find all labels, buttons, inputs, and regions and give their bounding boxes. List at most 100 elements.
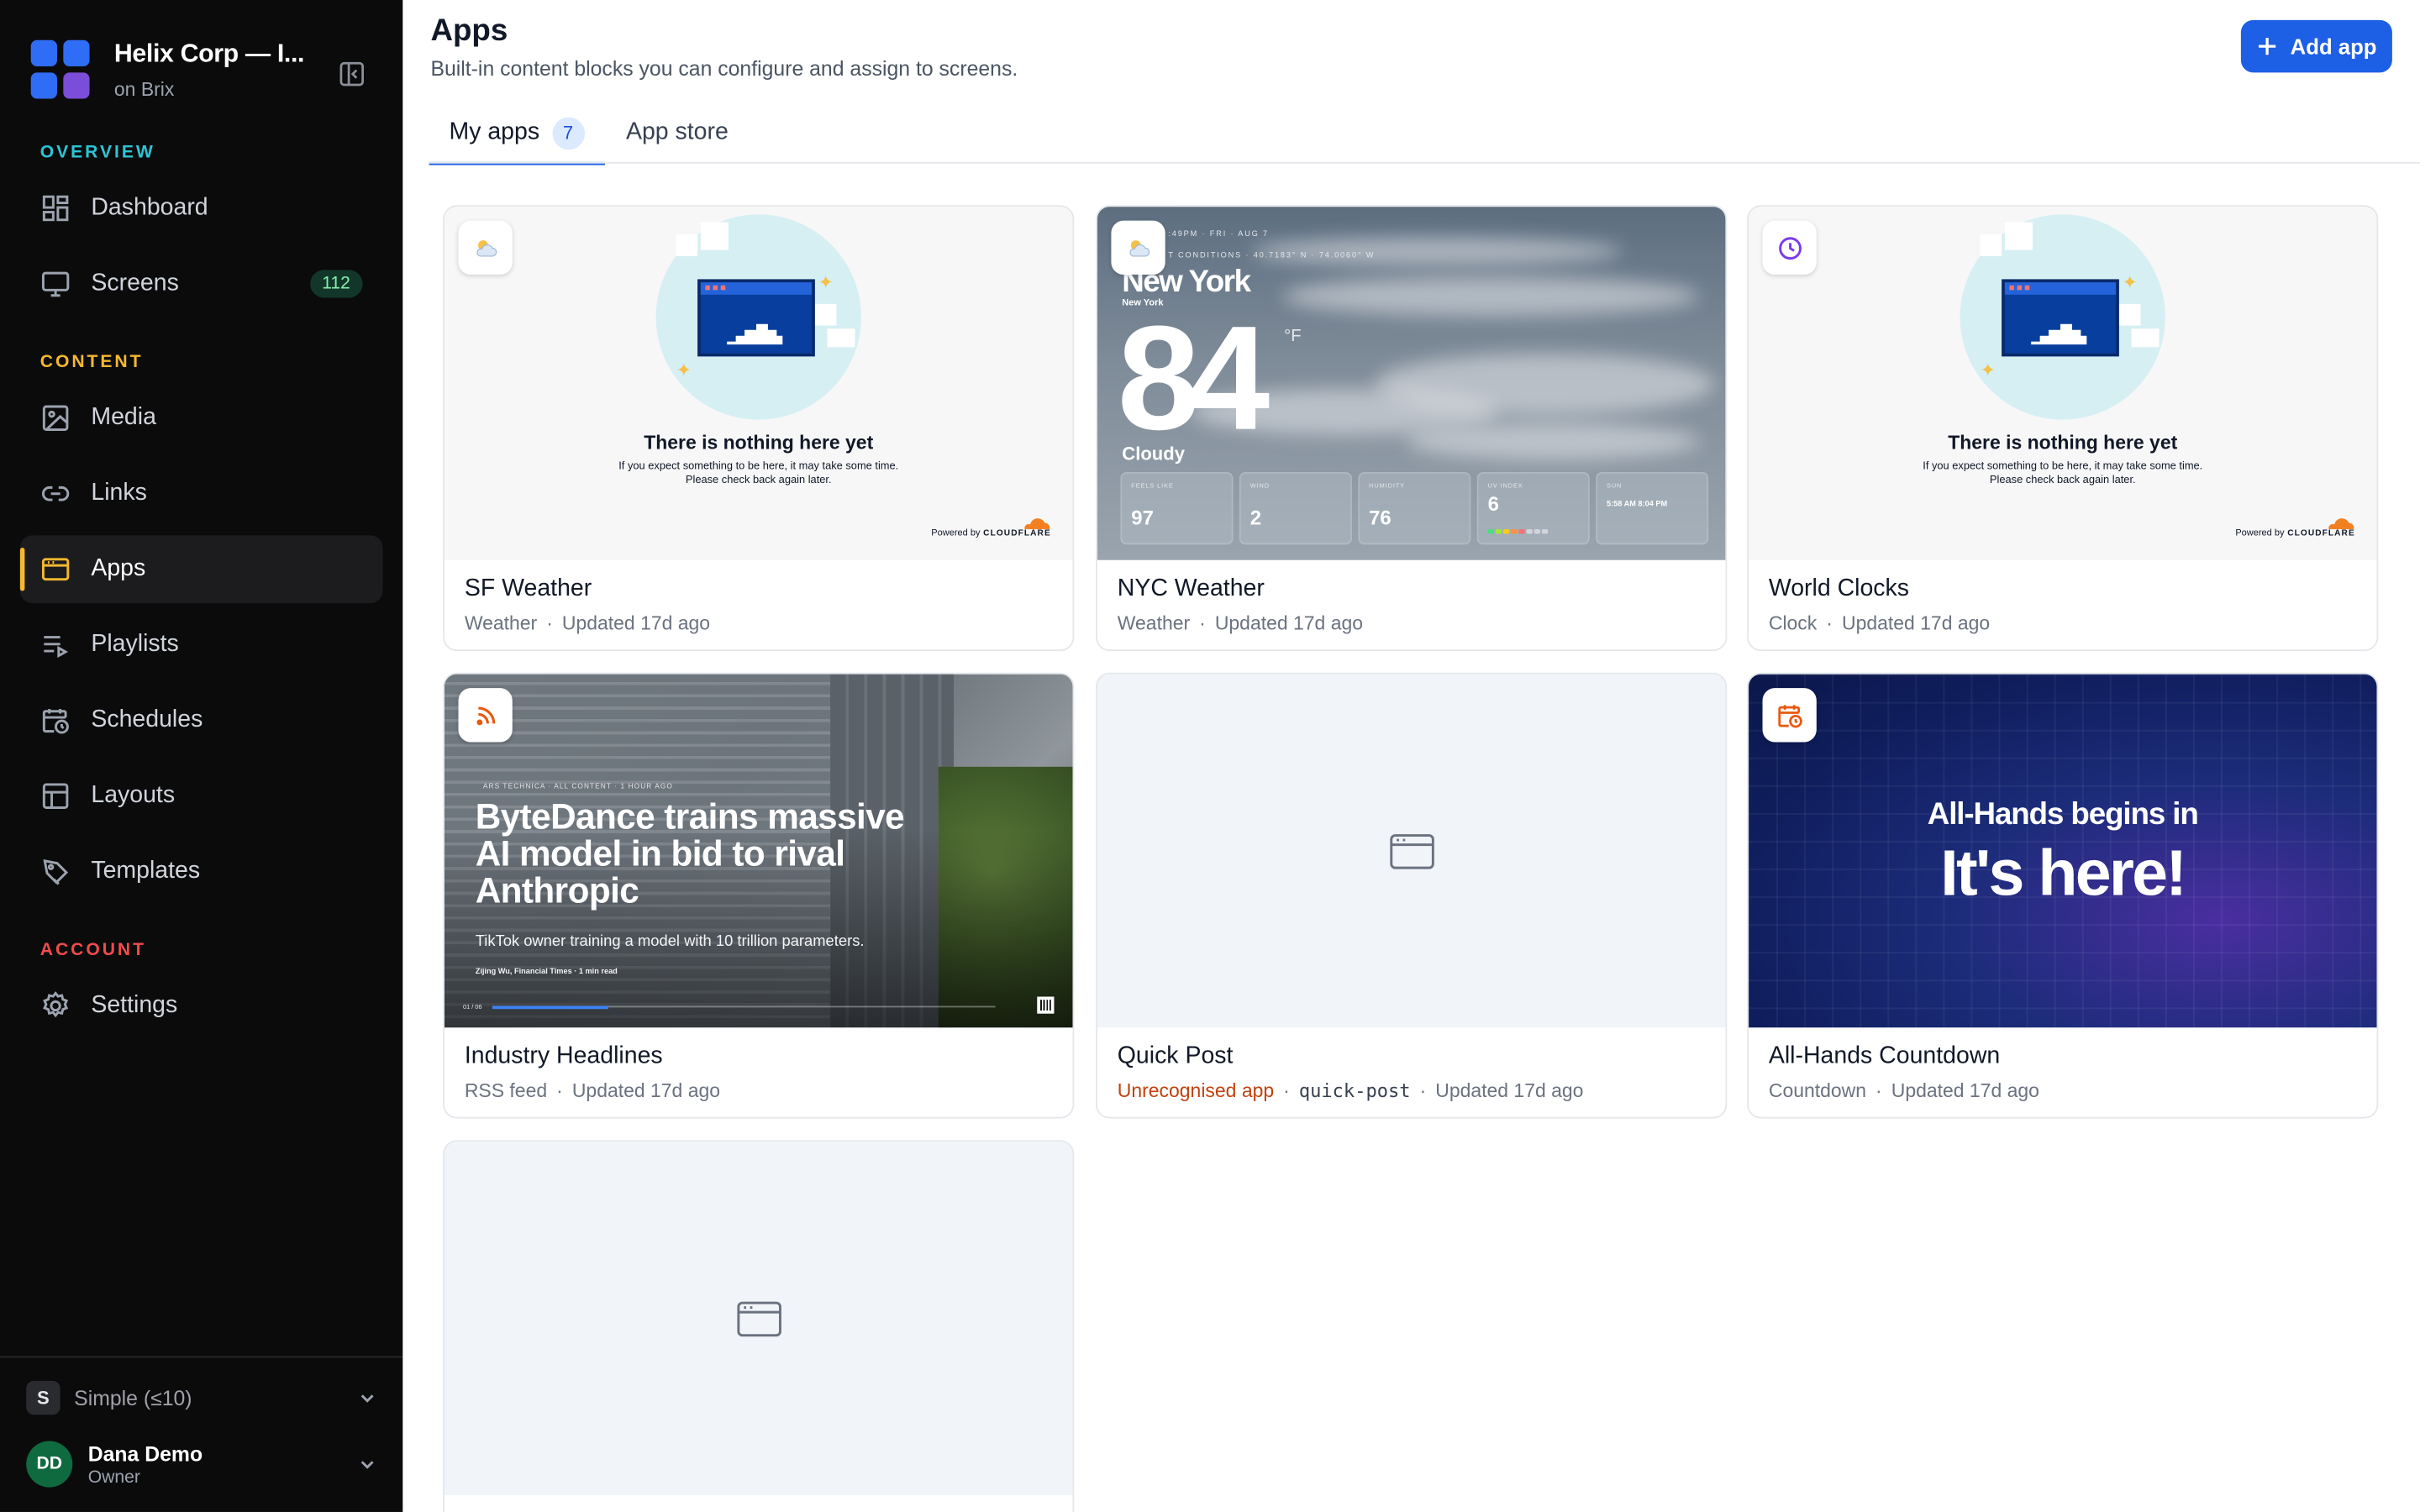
cloudflare-logo-icon (1024, 518, 1050, 529)
tab-label: My apps (449, 118, 540, 145)
calendar-clock-icon (40, 705, 71, 736)
image-icon (40, 402, 71, 433)
app-preview: ARS TECHNICA · ALL CONTENT · 1 HOUR AGO … (444, 674, 1073, 1028)
section-label-overview: OVERVIEW (39, 143, 155, 162)
sidebar-item-schedules[interactable]: Schedules (20, 686, 383, 754)
tab-app-store[interactable]: App store (606, 102, 749, 163)
plan-selector[interactable]: S Simple (≤10) (26, 1379, 378, 1416)
empty-state-title: There is nothing here yet (644, 432, 874, 454)
app-card-sf-weather[interactable]: ✦ ✦ There is nothing here yet If you exp… (443, 205, 1075, 652)
collapse-sidebar-icon[interactable] (338, 60, 366, 88)
playlist-icon (40, 629, 71, 660)
app-card-untitled[interactable] (443, 1140, 1075, 1512)
sidebar-item-media[interactable]: Media (20, 384, 383, 452)
sidebar-item-label: Screens (91, 270, 179, 297)
app-preview (1097, 674, 1726, 1028)
clock-icon (1762, 220, 1817, 275)
sidebar-item-apps[interactable]: Apps (19, 535, 383, 604)
sparkle-icon: ✦ (676, 359, 692, 381)
sidebar-item-dashboard[interactable]: Dashboard (20, 175, 383, 243)
card-title: NYC Weather (1117, 575, 1265, 602)
card-title: World Clocks (1768, 575, 1910, 602)
pixel-cloud (2118, 303, 2141, 326)
app-preview: ✦ ✦ There is nothing here yet If you exp… (444, 207, 1073, 560)
empty-state-title: There is nothing here yet (1948, 432, 2178, 454)
sidebar: Helix Corp — I... on Brix OVERVIEW Dashb… (0, 0, 403, 1512)
weather-icon (1111, 220, 1165, 275)
link-icon (40, 478, 71, 509)
pixel-cloud (676, 234, 698, 256)
app-card-industry-headlines[interactable]: ARS TECHNICA · ALL CONTENT · 1 HOUR AGO … (443, 672, 1075, 1119)
add-app-label: Add app (2290, 34, 2377, 59)
nyc-tile: HUMIDITY 76 (1358, 472, 1471, 545)
rss-icon (458, 688, 513, 743)
workspace-name: Helix Corp — I... (113, 39, 305, 68)
nyc-conditions: T CONDITIONS · 40.7183° N · 74.0060° W (1168, 251, 1376, 261)
nyc-unit: °F (1284, 327, 1302, 346)
chevron-down-icon (360, 1394, 374, 1403)
illustration-window (2002, 279, 2119, 357)
page-subtitle: Built-in content blocks you can configur… (430, 56, 1018, 81)
app-card-all-hands-countdown[interactable]: All-Hands begins in It's here! All-Hands… (1747, 672, 2379, 1119)
sparkle-icon: ✦ (1980, 359, 1996, 381)
section-label-content: CONTENT (39, 353, 144, 372)
gear-icon (40, 990, 71, 1021)
illustration-window (697, 279, 815, 357)
sidebar-item-layouts[interactable]: Layouts (20, 762, 383, 830)
nyc-tile: SUN 5:58 AM 8:04 PM (1596, 472, 1709, 545)
app-window-icon (40, 554, 71, 585)
plus-icon (2259, 37, 2276, 55)
card-meta: Countdown · Updated 17d ago (1768, 1079, 2039, 1102)
card-meta: Weather · Updated 17d ago (1117, 612, 1364, 634)
sidebar-item-label: Links (91, 480, 147, 507)
template-icon (40, 856, 71, 887)
nyc-description: Cloudy (1122, 443, 1185, 465)
plan-label: Simple (≤10) (74, 1386, 192, 1410)
card-title: Quick Post (1117, 1042, 1234, 1069)
app-preview: :49PM · FRI · AUG 7 T CONDITIONS · 40.71… (1097, 207, 1726, 560)
app-card-world-clocks[interactable]: ✦ ✦ There is nothing here yet If you exp… (1747, 205, 2379, 652)
sidebar-divider (0, 1356, 403, 1358)
sparkle-icon: ✦ (2122, 271, 2138, 293)
nyc-tile: WIND 2 (1239, 472, 1352, 545)
sidebar-item-playlists[interactable]: Playlists (20, 611, 383, 679)
screens-count-badge: 112 (309, 270, 363, 298)
app-card-quick-post[interactable]: Quick Post Unrecognised app · quick-post · U… (1096, 672, 1728, 1119)
sidebar-item-screens[interactable]: Screens 112 (20, 250, 383, 318)
avatar: DD (26, 1441, 73, 1488)
cloudflare-logo-icon (2328, 518, 2354, 529)
sidebar-item-links[interactable]: Links (20, 459, 383, 528)
workspace-switcher[interactable]: Helix Corp — I... on Brix (30, 39, 305, 101)
user-menu[interactable]: DD Dana Demo Owner (26, 1440, 378, 1489)
card-meta: RSS feed · Updated 17d ago (464, 1079, 721, 1102)
nyc-tile: FEELS LIKE 97 (1120, 472, 1234, 545)
sidebar-item-templates[interactable]: Templates (20, 837, 383, 906)
nyc-tiles: FEELS LIKE 97 WIND 2 HUMIDITY 76 UV INDEX 6 … (1120, 472, 1709, 545)
tabs-divider (429, 161, 2420, 164)
pixel-cloud (2131, 328, 2160, 348)
news-progress (492, 1005, 996, 1009)
workspace-subtitle: on Brix (113, 78, 175, 101)
user-name: Dana Demo (87, 1441, 203, 1465)
dashboard-icon (40, 193, 71, 224)
nyc-datetime: :49PM · FRI · AUG 7 (1168, 229, 1269, 239)
card-meta: Clock · Updated 17d ago (1768, 612, 1991, 634)
add-app-button[interactable]: Add app (2240, 19, 2392, 73)
powered-by: Powered by CLOUDFLARE (2235, 528, 2355, 539)
sidebar-item-label: Schedules (91, 706, 203, 733)
pixel-cloud (2004, 222, 2033, 250)
user-role: Owner (87, 1467, 140, 1487)
page-title: Apps (430, 13, 508, 48)
app-preview (444, 1142, 1073, 1495)
nyc-tile: UV INDEX 6 (1476, 472, 1590, 545)
tab-my-apps[interactable]: My apps 7 (429, 102, 605, 165)
nyc-temperature: 84 (1117, 296, 1270, 462)
tab-count-badge: 7 (551, 116, 585, 150)
countdown-value: It's here! (1940, 836, 2187, 909)
card-title: All-Hands Countdown (1768, 1042, 2001, 1069)
empty-state-description: If you expect something to be here, it m… (618, 461, 899, 486)
calendar-clock-icon (1762, 688, 1817, 743)
app-card-nyc-weather[interactable]: :49PM · FRI · AUG 7 T CONDITIONS · 40.71… (1096, 205, 1728, 652)
card-meta: Unrecognised app · quick-post · Updated 17d … (1117, 1079, 1584, 1102)
sidebar-item-settings[interactable]: Settings (20, 972, 383, 1040)
